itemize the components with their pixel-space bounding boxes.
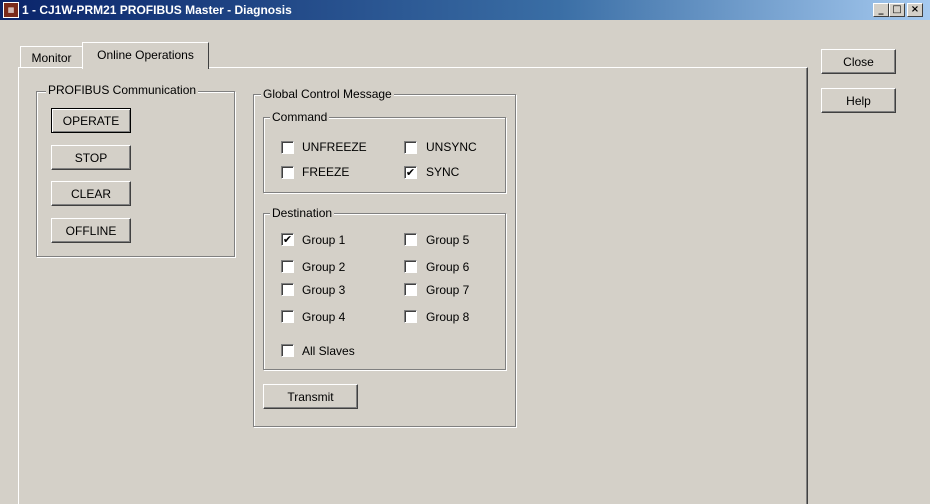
group-7-checkbox[interactable] bbox=[404, 283, 417, 296]
offline-button[interactable]: OFFLINE bbox=[51, 218, 131, 243]
tab-online-operations-label: Online Operations bbox=[97, 48, 194, 62]
stop-button[interactable]: STOP bbox=[51, 145, 131, 170]
destination-group bbox=[263, 213, 506, 370]
group-6-checkbox[interactable] bbox=[404, 260, 417, 273]
minimize-button[interactable]: _ bbox=[873, 3, 889, 17]
tab-online-operations[interactable]: Online Operations bbox=[82, 42, 209, 69]
unsync-label: UNSYNC bbox=[426, 140, 477, 154]
group-1-label: Group 1 bbox=[302, 233, 346, 247]
unfreeze-label: UNFREEZE bbox=[302, 140, 367, 154]
group-5-checkbox[interactable] bbox=[404, 233, 417, 246]
maximize-button[interactable]: □ bbox=[889, 3, 905, 17]
group-4-label: Group 4 bbox=[302, 310, 346, 324]
group-7-label: Group 7 bbox=[426, 283, 470, 297]
check-mark: ✔ bbox=[405, 166, 416, 179]
group-5-label: Group 5 bbox=[426, 233, 470, 247]
tab-monitor[interactable]: Monitor bbox=[20, 46, 83, 68]
group-3-label: Group 3 bbox=[302, 283, 346, 297]
freeze-label: FREEZE bbox=[302, 165, 350, 179]
check-mark: ✔ bbox=[282, 233, 293, 246]
global-control-message-title: Global Control Message bbox=[261, 87, 394, 101]
unfreeze-checkbox[interactable] bbox=[281, 141, 294, 154]
tab-monitor-label: Monitor bbox=[31, 51, 72, 65]
group-2-label: Group 2 bbox=[302, 260, 346, 274]
group-4-checkbox[interactable] bbox=[281, 310, 294, 323]
command-group bbox=[263, 117, 506, 193]
transmit-button[interactable]: Transmit bbox=[263, 384, 358, 409]
group-8-label: Group 8 bbox=[426, 310, 470, 324]
all-slaves-label: All Slaves bbox=[302, 344, 355, 358]
app-icon: ▦ bbox=[3, 2, 19, 18]
profibus-communication-title: PROFIBUS Communication bbox=[46, 83, 199, 97]
group-2-checkbox[interactable] bbox=[281, 260, 294, 273]
command-title: Command bbox=[270, 110, 330, 124]
sync-label: SYNC bbox=[426, 165, 460, 179]
freeze-checkbox[interactable] bbox=[281, 166, 294, 179]
group-3-checkbox[interactable] bbox=[281, 283, 294, 296]
operate-button[interactable]: OPERATE bbox=[51, 108, 131, 133]
group-1-checkbox[interactable]: ✔ bbox=[281, 233, 294, 246]
unsync-checkbox[interactable] bbox=[404, 141, 417, 154]
group-6-label: Group 6 bbox=[426, 260, 470, 274]
title-bar[interactable]: ▦ 1 - CJ1W-PRM21 PROFIBUS Master - Diagn… bbox=[0, 0, 930, 20]
sync-checkbox[interactable]: ✔ bbox=[404, 166, 417, 179]
close-button[interactable]: Close bbox=[821, 49, 896, 74]
group-8-checkbox[interactable] bbox=[404, 310, 417, 323]
close-window-button[interactable]: × bbox=[907, 3, 923, 17]
destination-title: Destination bbox=[270, 206, 335, 220]
all-slaves-checkbox[interactable] bbox=[281, 344, 294, 357]
help-button[interactable]: Help bbox=[821, 88, 896, 113]
window-title: 1 - CJ1W-PRM21 PROFIBUS Master - Diagnos… bbox=[22, 3, 292, 17]
clear-button[interactable]: CLEAR bbox=[51, 181, 131, 206]
